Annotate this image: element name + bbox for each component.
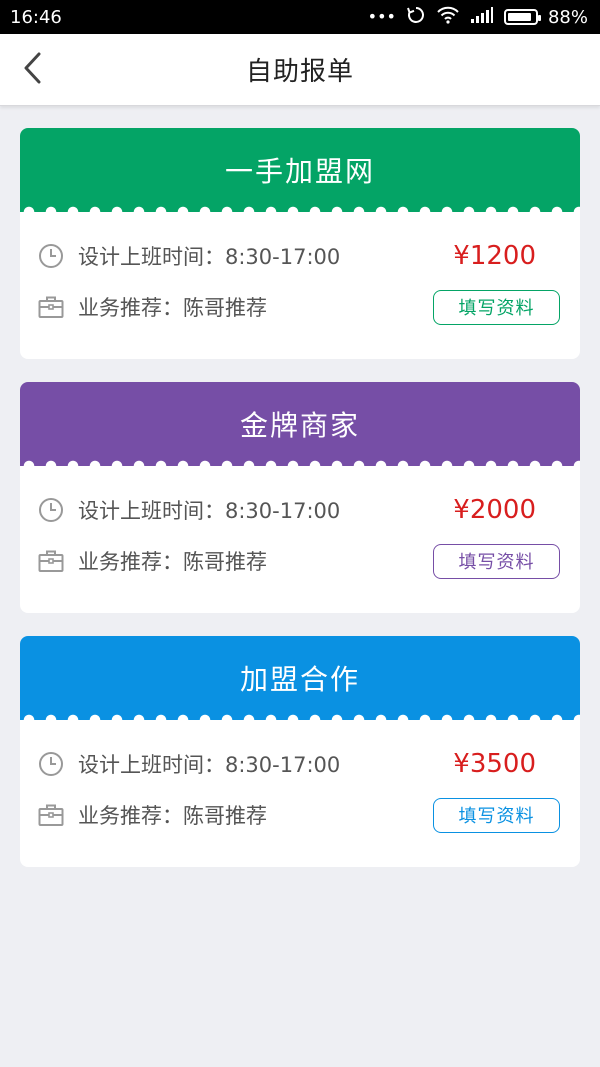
referral-text: 业务推荐：陈哥推荐 [78,296,267,320]
card-body: 设计上班时间：8:30-17:00 ¥1200 业务推荐：陈哥推荐 填写资料 [20,212,580,359]
card-header: 一手加盟网 [20,128,580,218]
time-row: 设计上班时间：8:30-17:00 ¥2000 [38,493,560,527]
battery-percent: 88% [547,6,588,28]
price: ¥1200 [453,241,536,271]
price: ¥2000 [453,495,536,525]
package-card: 加盟合作 设计上班时间：8:30-17:00 ¥3500 业务推荐：陈哥推荐 填 [20,636,580,867]
work-time-text: 设计上班时间：8:30-17:00 [78,499,341,523]
fill-info-button[interactable]: 填写资料 [433,543,560,579]
referral-text: 业务推荐：陈哥推荐 [78,550,267,574]
more-dots-icon: ••• [367,7,396,26]
package-card: 一手加盟网 设计上班时间：8:30-17:00 ¥1200 业务推荐：陈哥推荐 [20,128,580,359]
card-title: 金牌商家 [239,409,360,442]
card-body: 设计上班时间：8:30-17:00 ¥2000 业务推荐：陈哥推荐 填写资料 [20,466,580,613]
card-header: 加盟合作 [20,636,580,726]
fill-info-button[interactable]: 填写资料 [433,289,560,325]
sync-icon [406,5,426,30]
clock-icon [38,243,64,269]
card-title: 加盟合作 [239,663,360,696]
status-icons: ••• 88% [368,5,588,30]
work-time-text: 设计上班时间：8:30-17:00 [78,753,341,777]
chevron-left-icon [22,52,42,88]
clock-icon [38,497,64,523]
fill-info-button[interactable]: 填写资料 [433,797,560,833]
status-bar: 16:46 ••• 88% [0,0,600,34]
battery-icon [503,9,541,25]
time-row: 设计上班时间：8:30-17:00 ¥3500 [38,747,560,781]
price: ¥3500 [453,749,536,779]
status-time: 16:46 [10,6,62,28]
card-body: 设计上班时间：8:30-17:00 ¥3500 业务推荐：陈哥推荐 填写资料 [20,720,580,867]
briefcase-icon [38,294,64,320]
clock-icon [38,751,64,777]
card-list: 一手加盟网 设计上班时间：8:30-17:00 ¥1200 业务推荐：陈哥推荐 [20,128,580,890]
package-card: 金牌商家 设计上班时间：8:30-17:00 ¥2000 业务推荐：陈哥推荐 填 [20,382,580,613]
signal-icon [470,6,494,29]
referral-text: 业务推荐：陈哥推荐 [78,804,267,828]
referral-row: 业务推荐：陈哥推荐 填写资料 [38,289,560,325]
battery-level [507,13,531,21]
card-title: 一手加盟网 [224,155,375,188]
nav-bar: 自助报单 [0,34,600,106]
referral-row: 业务推荐：陈哥推荐 填写资料 [38,797,560,833]
work-time-text: 设计上班时间：8:30-17:00 [78,245,341,269]
back-button[interactable] [14,50,50,90]
referral-row: 业务推荐：陈哥推荐 填写资料 [38,543,560,579]
page-title: 自助报单 [245,57,354,87]
time-row: 设计上班时间：8:30-17:00 ¥1200 [38,239,560,273]
briefcase-icon [38,802,64,828]
card-header: 金牌商家 [20,382,580,472]
wifi-icon [436,6,460,29]
briefcase-icon [38,548,64,574]
